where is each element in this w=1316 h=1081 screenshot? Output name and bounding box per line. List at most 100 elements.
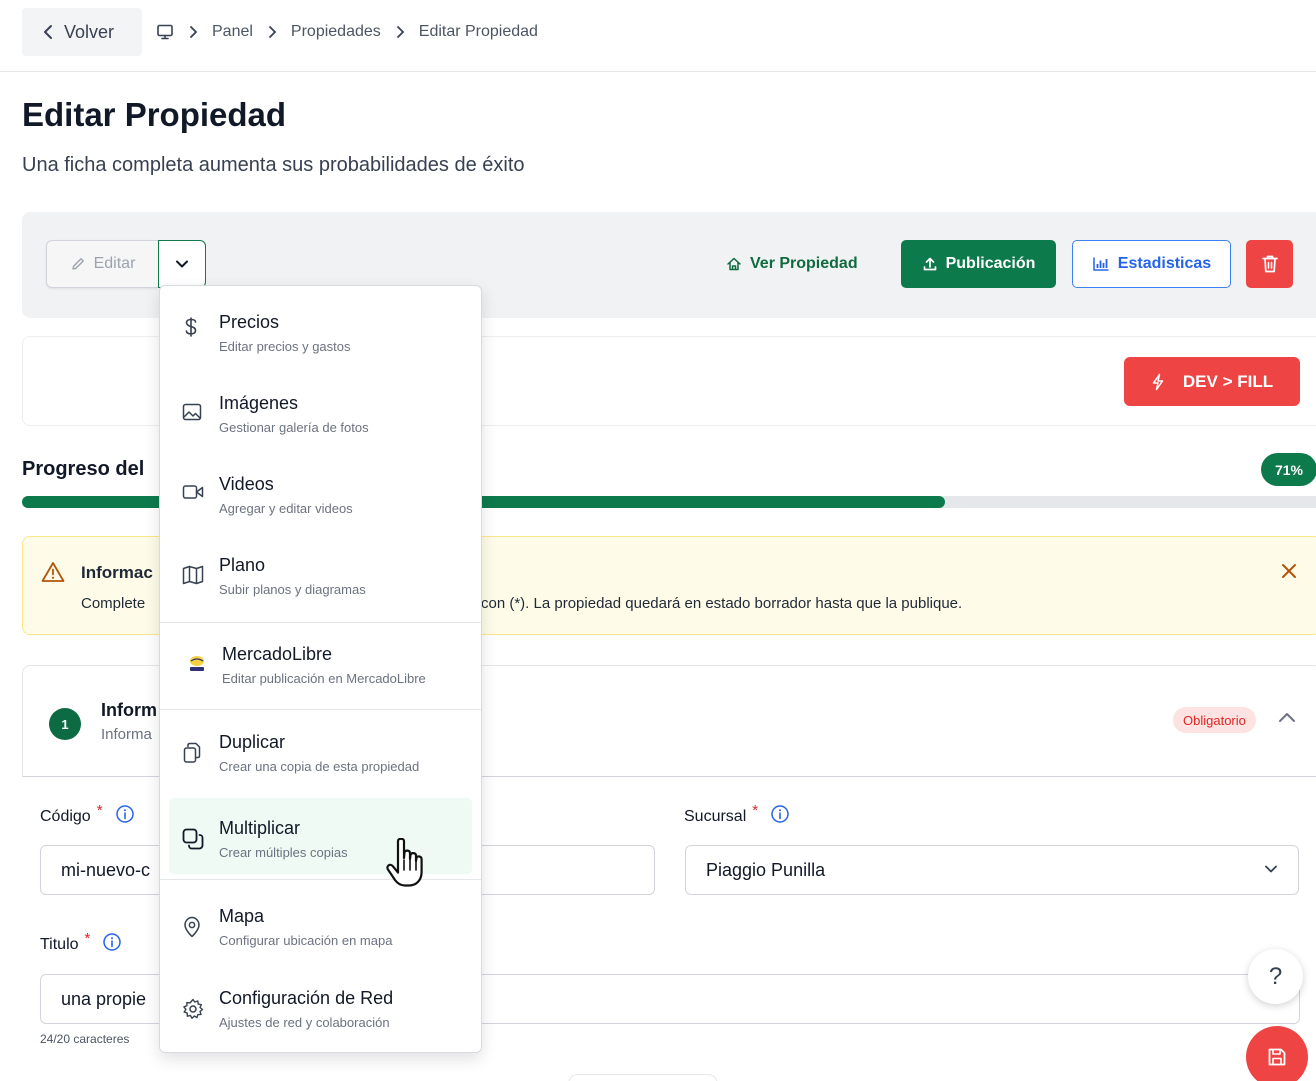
menu-item-label: Mapa [219,906,265,926]
multiply-copies-icon [182,828,204,850]
bottom-element [568,1074,718,1081]
home-icon [726,256,742,272]
breadcrumb: Panel Propiedades Editar Propiedad [156,8,538,56]
sucursal-select[interactable]: Piaggio Punilla [685,845,1299,895]
menu-item-desc: Crear múltiples copias [219,845,348,860]
menu-item-videos[interactable]: Videos Agregar y editar videos [160,448,481,528]
gear-icon [182,998,204,1020]
menu-item-desc: Ajustes de red y colaboración [219,1015,390,1030]
top-bar: Volver Panel Propiedades Editar Propieda… [0,0,1316,72]
dev-fill-label: DEV > FILL [1182,371,1274,391]
edit-dropdown-menu: Precios Editar precios y gastos Imágenes… [159,285,482,1053]
edit-dropdown-toggle[interactable] [158,240,206,288]
chevron-down-icon [1264,864,1278,874]
trash-icon [1261,254,1279,274]
menu-item-desc: Subir planos y diagramas [219,582,366,597]
menu-item-plano[interactable]: Plano Subir planos y diagramas [160,529,481,609]
menu-item-label: MercadoLibre [222,644,333,664]
statistics-button[interactable]: Estadisticas [1072,240,1231,288]
menu-item-desc: Agregar y editar videos [219,501,353,516]
section-subtitle: Informa [101,726,152,743]
chevron-right-icon [395,25,405,39]
progress-title: Progreso del [22,458,145,480]
menu-item-desc: Configurar ubicación en mapa [219,933,393,948]
edit-button[interactable]: Editar [46,240,158,288]
chevron-up-icon[interactable] [1277,710,1297,724]
view-property-button[interactable]: Ver Propiedad [726,240,858,288]
upload-icon [922,256,938,272]
step-number: 1 [49,708,81,740]
required-star: * [96,802,103,819]
edit-split-button: Editar [46,240,206,288]
char-count: 24/20 caracteres [40,1032,130,1046]
publish-button[interactable]: Publicación [901,240,1056,288]
view-property-label: Ver Propiedad [750,255,858,272]
monitor-icon [156,23,174,41]
menu-item-configuracion-red[interactable]: Configuración de Red Ajustes de red y co… [160,962,481,1042]
video-icon [182,484,204,500]
chevron-down-icon [175,259,189,269]
delete-button[interactable] [1246,240,1293,288]
menu-item-desc: Crear una copia de esta propiedad [219,759,420,774]
menu-item-imagenes[interactable]: Imágenes Gestionar galería de fotos [160,367,481,447]
required-badge: Obligatorio [1173,707,1256,733]
warning-icon [41,561,65,583]
page-subtitle: Una ficha completa aumenta sus probabili… [22,154,525,176]
sucursal-label-text: Sucursal [684,808,747,825]
progress-percent-badge: 71% [1261,453,1316,486]
alert-text-right: con (*). La propiedad quedará en estado … [481,595,963,612]
menu-item-label: Duplicar [219,732,286,752]
menu-item-desc: Editar publicación en MercadoLibre [222,671,426,686]
menu-item-mapa[interactable]: Mapa Configurar ubicación en mapa [160,880,481,960]
chevron-left-icon [42,24,54,40]
menu-item-label: Videos [219,474,274,494]
sucursal-value: Piaggio Punilla [706,859,826,880]
codigo-label-text: Código [40,808,91,825]
alert-text-left: Complete [81,595,146,612]
save-button[interactable] [1246,1026,1308,1081]
dev-fill-button[interactable]: DEV > FILL [1124,357,1300,406]
menu-item-label: Multiplicar [219,818,301,838]
chevron-right-icon [267,25,277,39]
back-label: Volver [64,21,115,42]
titulo-label: Titulo * [40,930,122,954]
chevron-right-icon [188,25,198,39]
codigo-label: Código * [40,802,135,826]
menu-item-desc: Gestionar galería de fotos [219,420,369,435]
titulo-label-text: Titulo [40,936,79,953]
menu-item-label: Configuración de Red [219,988,394,1008]
breadcrumb-current: Editar Propiedad [418,23,538,40]
info-icon[interactable] [115,804,135,824]
pencil-icon [70,256,86,272]
bar-chart-icon [1092,256,1110,272]
back-button[interactable]: Volver [22,8,142,56]
menu-item-multiplicar[interactable]: Multiplicar Crear múltiples copias [160,792,481,874]
breadcrumb-panel[interactable]: Panel [212,23,253,41]
menu-item-highlight [169,798,472,874]
alert-title: Informac [81,563,153,582]
dollar-icon [182,317,200,338]
save-icon [1266,1046,1288,1068]
page-title: Editar Propiedad [22,96,287,133]
edit-label: Editar [93,255,136,272]
menu-item-duplicar[interactable]: Duplicar Crear una copia de esta propied… [160,706,481,786]
info-icon[interactable] [102,932,122,952]
mercadolibre-logo-icon [186,654,208,674]
required-star: * [84,930,91,947]
breadcrumb-propiedades[interactable]: Propiedades [291,23,381,41]
statistics-label: Estadisticas [1117,255,1212,272]
menu-item-mercadolibre[interactable]: MercadoLibre Editar publicación en Merca… [160,618,481,698]
help-button[interactable]: ? [1248,949,1303,1004]
lightning-icon [1151,373,1165,391]
publish-label: Publicación [945,255,1036,272]
info-icon[interactable] [770,804,790,824]
location-pin-icon [182,916,202,938]
close-icon[interactable] [1279,561,1299,581]
menu-item-label: Plano [219,555,266,575]
sucursal-label: Sucursal * [684,802,790,826]
menu-item-desc: Editar precios y gastos [219,339,351,354]
map-plan-icon [182,565,204,585]
image-icon [182,403,202,421]
menu-item-precios[interactable]: Precios Editar precios y gastos [160,286,481,366]
menu-item-label: Precios [219,312,280,332]
